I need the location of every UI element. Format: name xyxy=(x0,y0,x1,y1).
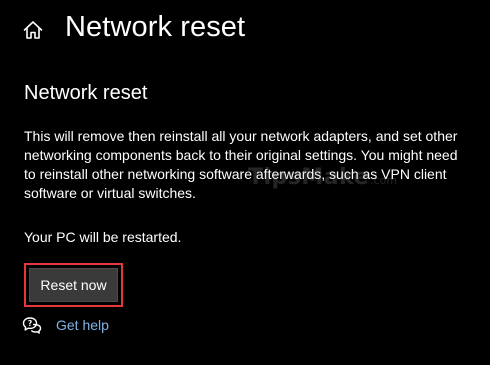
get-help-row[interactable]: ? Get help xyxy=(22,315,109,335)
page-header: Network reset xyxy=(0,0,490,60)
home-icon[interactable] xyxy=(22,19,44,41)
get-help-link[interactable]: Get help xyxy=(56,317,109,333)
section-title: Network reset xyxy=(24,82,148,104)
restart-note: Your PC will be restarted. xyxy=(24,229,182,245)
reset-now-button[interactable]: Reset now xyxy=(29,268,118,302)
network-reset-description: This will remove then reinstall all your… xyxy=(24,128,458,201)
svg-text:?: ? xyxy=(28,319,32,328)
help-chat-icon: ? xyxy=(22,317,42,334)
settings-page: Network reset Network reset This will re… xyxy=(0,0,490,365)
page-title: Network reset xyxy=(65,11,246,43)
